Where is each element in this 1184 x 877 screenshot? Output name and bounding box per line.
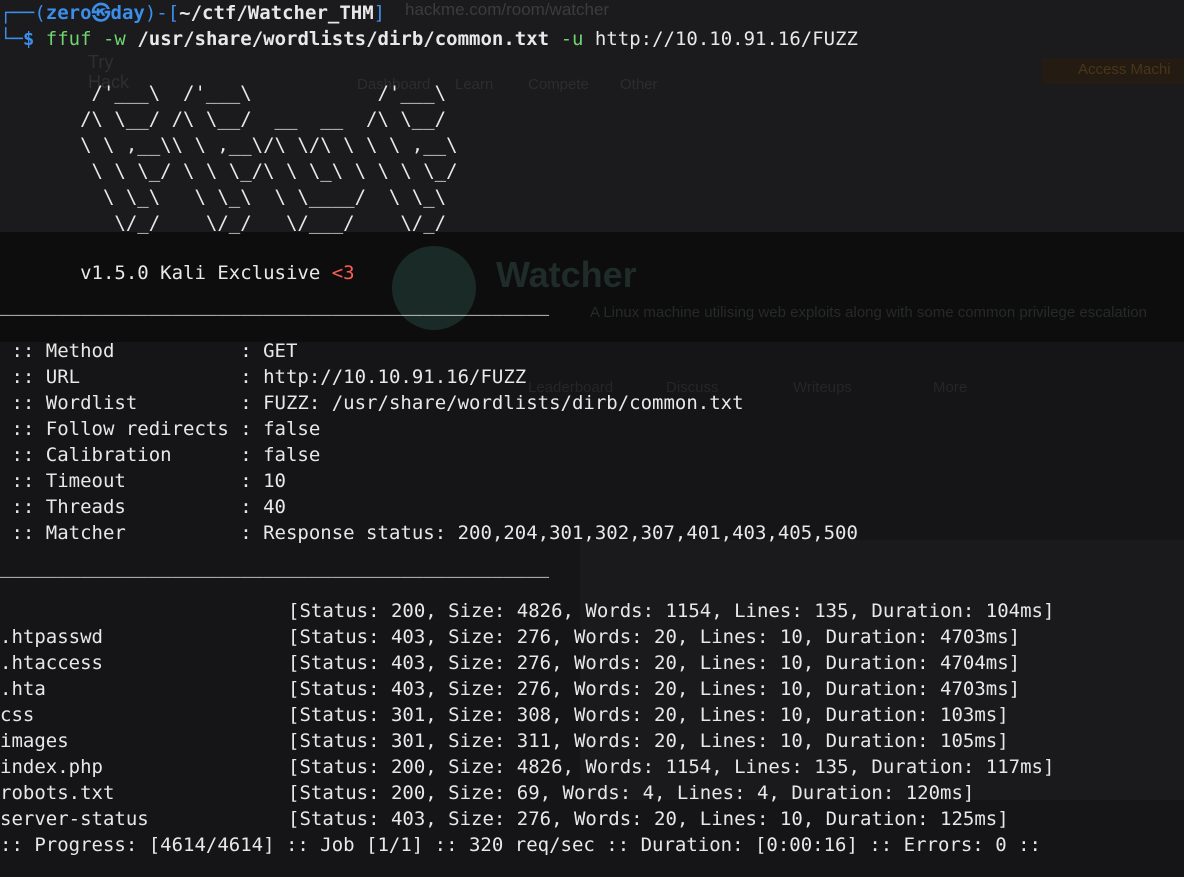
banner-version-line: v1.5.0 Kali Exclusive <3 <box>0 260 355 286</box>
config-matcher: :: Matcher : Response status: 200,204,30… <box>0 520 858 546</box>
prompt-line: ┌──(zero㉿day)-[~/ctf/Watcher_THM] <box>0 0 385 26</box>
divider-top: ________________________________________… <box>0 294 550 316</box>
config-key: :: Timeout : <box>0 470 264 492</box>
config-key: :: Method : <box>0 340 264 362</box>
prompt-frame-mid: )-[ <box>144 2 180 24</box>
command-url-arg: http://10.10.91.16/FUZZ <box>594 28 858 50</box>
result-path: images <box>0 730 69 752</box>
config-value: false <box>263 444 321 466</box>
config-url: :: URL : http://10.10.91.16/FUZZ <box>0 364 526 390</box>
result-path: .htpasswd <box>0 626 103 648</box>
progress-line: :: Progress: [4614/4614] :: Job [1/1] ::… <box>0 834 1041 856</box>
prompt-user: zero㉿day <box>45 2 145 24</box>
config-key: :: Follow redirects : <box>0 418 264 440</box>
result-row: .hta [Status: 403, Size: 276, Words: 20, … <box>0 676 1020 702</box>
banner-version: v1.5.0 Kali Exclusive <box>0 262 332 284</box>
config-value: false <box>263 418 321 440</box>
result-row: robots.txt [Status: 200, Size: 69, Words:… <box>0 780 974 806</box>
config-key: :: Threads : <box>0 496 264 518</box>
config-timeout: :: Timeout : 10 <box>0 468 286 494</box>
config-follow-redirects: :: Follow redirects : false <box>0 416 320 442</box>
result-status: [Status: 403, Size: 276, Words: 20, Line… <box>288 808 1009 830</box>
prompt-frame-bottom: └─ <box>0 28 23 50</box>
banner-heart: <3 <box>331 262 355 284</box>
command-wordlist-arg: /usr/share/wordlists/dirb/common.txt <box>137 28 550 50</box>
result-row: [Status: 200, Size: 4826, Words: 1154, L… <box>0 598 1054 624</box>
banner-ascii-line: /\ \__/ /\ \__/ __ __ /\ \__/ <box>0 108 447 130</box>
result-status: [Status: 200, Size: 69, Words: 4, Lines:… <box>288 782 975 804</box>
command-opt-u: -u <box>549 28 595 50</box>
result-path: index.php <box>0 756 103 778</box>
command-line[interactable]: └─$ ffuf -w /usr/share/wordlists/dirb/co… <box>0 26 858 52</box>
config-value: 10 <box>263 470 286 492</box>
result-status: [Status: 200, Size: 4826, Words: 1154, L… <box>288 756 1055 778</box>
config-key: :: Calibration : <box>0 444 264 466</box>
result-path: .hta <box>0 678 46 700</box>
result-path: css <box>0 704 35 726</box>
result-row: css [Status: 301, Size: 308, Words: 20, L… <box>0 702 1009 728</box>
config-key: :: URL : <box>0 366 264 388</box>
config-value: Response status: 200,204,301,302,307,401… <box>263 522 858 544</box>
config-value: 40 <box>263 496 286 518</box>
config-threads: :: Threads : 40 <box>0 494 286 520</box>
prompt-path: ~/ctf/Watcher_THM <box>179 2 374 24</box>
config-key: :: Wordlist : <box>0 392 264 414</box>
result-row: .htpasswd [Status: 403, Size: 276, Words:… <box>0 624 1020 650</box>
result-status: [Status: 403, Size: 276, Words: 20, Line… <box>288 626 1021 648</box>
result-row: index.php [Status: 200, Size: 4826, Words… <box>0 754 1054 780</box>
banner-ascii-line: \ \ ,__\\ \ ,__\/\ \/\ \ \ \ ,__\ <box>0 134 458 156</box>
config-calibration: :: Calibration : false <box>0 442 320 468</box>
banner-ascii-line: \ \_\ \ \_\ \ \____/ \ \_\ <box>0 186 447 208</box>
command-opt-w: -w <box>91 28 138 50</box>
result-status: [Status: 301, Size: 311, Words: 20, Line… <box>288 730 1009 752</box>
result-row: .htaccess [Status: 403, Size: 276, Words:… <box>0 650 1020 676</box>
result-row: server-status [Status: 403, Size: 276, Wo… <box>0 806 1009 832</box>
config-wordlist: :: Wordlist : FUZZ: /usr/share/wordlists… <box>0 390 744 416</box>
banner-ascii-line: \ \ \_/ \ \ \_/\ \ \_\ \ \ \ \_/ <box>0 160 458 182</box>
config-method: :: Method : GET <box>0 338 297 364</box>
config-key: :: Matcher : <box>0 522 264 544</box>
prompt-dollar: $ <box>22 28 46 50</box>
prompt-frame-end: ] <box>373 2 386 24</box>
config-value: GET <box>263 340 298 362</box>
prompt-frame-top: ┌──( <box>0 2 46 24</box>
result-path: robots.txt <box>0 782 115 804</box>
banner-ascii-line: \/_/ \/_/ \/___/ \/_/ <box>0 212 447 234</box>
terminal-window[interactable]: ┌──(zero㉿day)-[~/ctf/Watcher_THM] └─$ ff… <box>0 0 1184 877</box>
command-name: ffuf <box>45 28 92 50</box>
result-status: [Status: 200, Size: 4826, Words: 1154, L… <box>288 600 1055 622</box>
result-path: .htaccess <box>0 652 103 674</box>
config-value: FUZZ: /usr/share/wordlists/dirb/common.t… <box>263 392 744 414</box>
result-row: images [Status: 301, Size: 311, Words: 20… <box>0 728 1009 754</box>
config-value: http://10.10.91.16/FUZZ <box>263 366 527 388</box>
result-path: server-status <box>0 808 149 830</box>
result-status: [Status: 403, Size: 276, Words: 20, Line… <box>288 678 1021 700</box>
result-status: [Status: 403, Size: 276, Words: 20, Line… <box>288 652 1021 674</box>
banner-ascii-line: /'___\ /'___\ /'___\ <box>0 82 447 104</box>
result-status: [Status: 301, Size: 308, Words: 20, Line… <box>288 704 1009 726</box>
divider-bottom: ________________________________________… <box>0 556 550 578</box>
